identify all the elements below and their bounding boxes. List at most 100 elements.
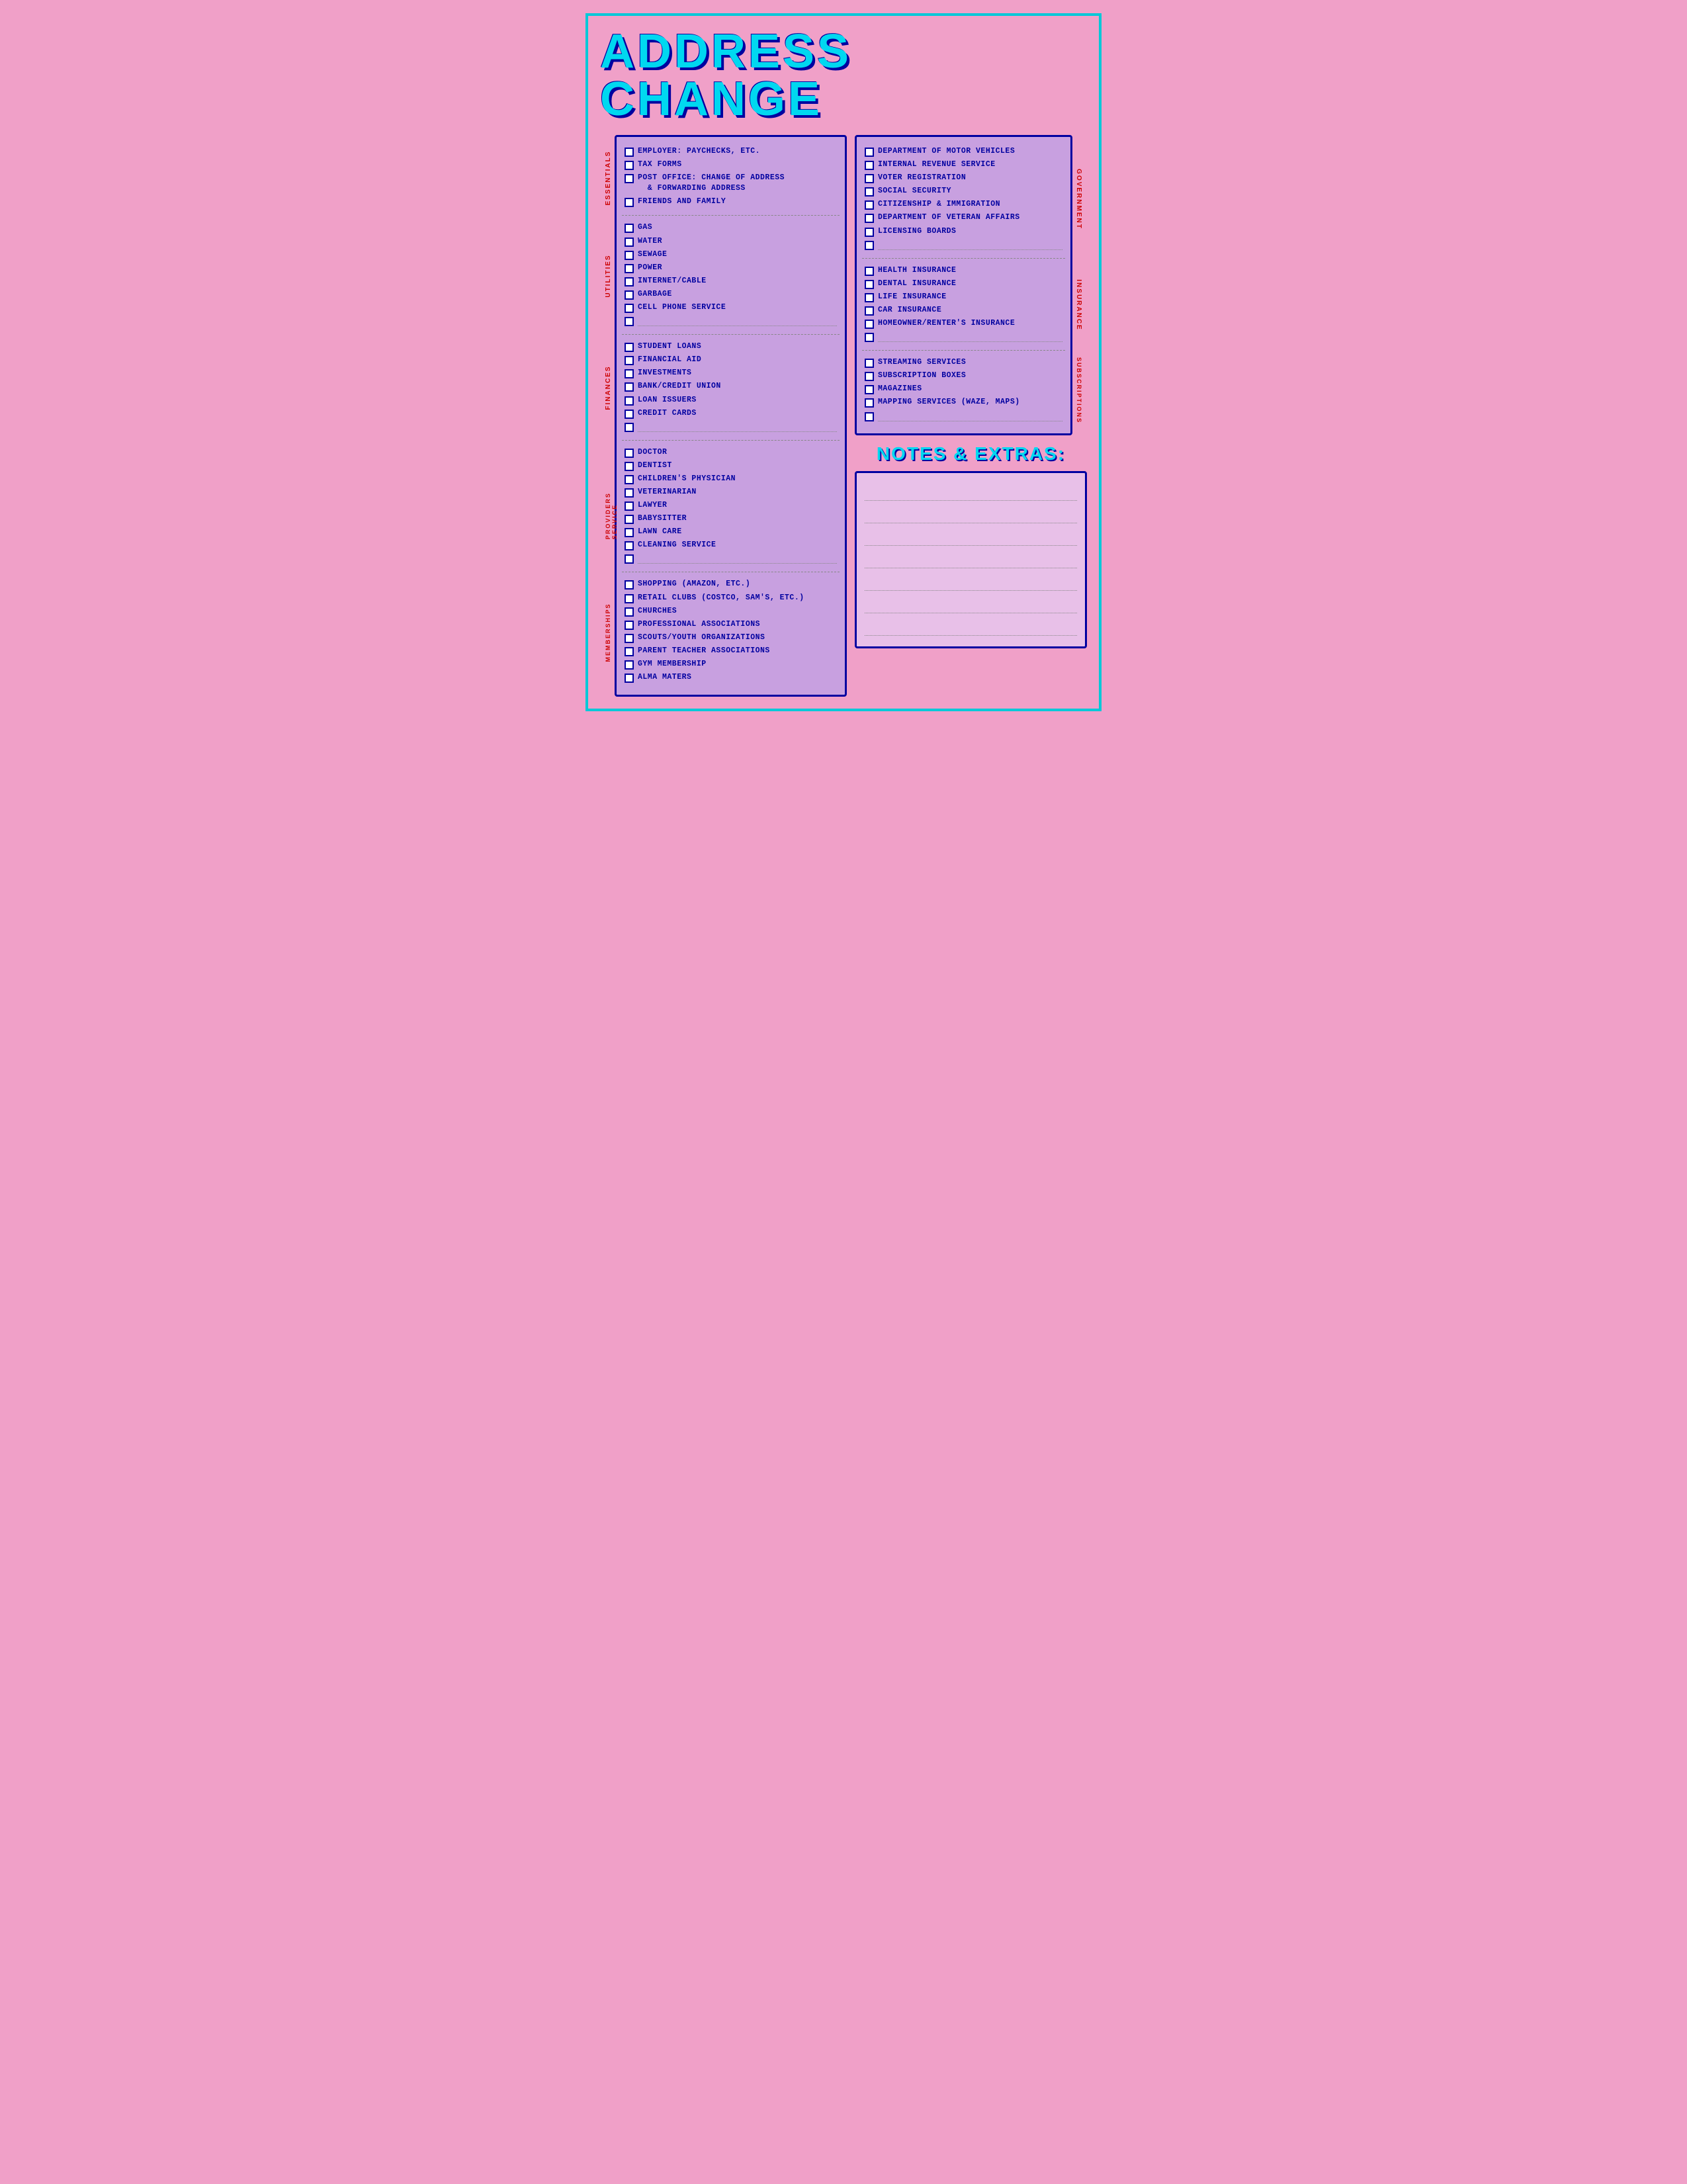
checkbox[interactable] <box>625 148 634 157</box>
checkbox[interactable] <box>865 293 874 302</box>
list-item: INTERNAL REVENUE SERVICE <box>865 159 1062 170</box>
list-item: SCOUTS/YOUTH ORGANIZATIONS <box>625 633 837 643</box>
notes-line-1[interactable] <box>865 481 1077 501</box>
checkbox[interactable] <box>865 333 874 342</box>
government-section: GOVERNMENT DEPARTMENT OF MOTOR VEHICLES … <box>862 141 1065 259</box>
notes-title: NOTES & EXTRAS: <box>855 443 1087 464</box>
checkbox[interactable] <box>625 607 634 617</box>
finances-section: FINANCES STUDENT LOANS FINANCIAL AID INV… <box>622 336 840 441</box>
notes-line-7[interactable] <box>865 616 1077 636</box>
checkbox[interactable] <box>625 515 634 524</box>
list-item: EMPLOYER: PAYCHECKS, ETC. <box>625 146 837 157</box>
list-item: PARENT TEACHER ASSOCIATIONS <box>625 646 837 656</box>
checkbox[interactable] <box>865 228 874 237</box>
notes-line-2[interactable] <box>865 503 1077 523</box>
checkbox[interactable] <box>865 385 874 394</box>
checkbox[interactable] <box>865 359 874 368</box>
checkbox[interactable] <box>625 528 634 537</box>
government-label: GOVERNMENT <box>1075 169 1082 230</box>
notes-line-6[interactable] <box>865 593 1077 613</box>
essentials-label: ESSENTIALS <box>605 151 612 206</box>
checkbox[interactable] <box>625 290 634 300</box>
checkbox[interactable] <box>865 372 874 381</box>
checkbox[interactable] <box>625 277 634 286</box>
list-item: STREAMING SERVICES <box>865 357 1062 368</box>
checkbox[interactable] <box>625 541 634 550</box>
left-panel: ESSENTIALS EMPLOYER: PAYCHECKS, ETC. TAX… <box>615 135 847 697</box>
checkbox[interactable] <box>625 554 634 564</box>
checkbox[interactable] <box>865 306 874 316</box>
checkbox[interactable] <box>865 174 874 183</box>
list-item: GYM MEMBERSHIP <box>625 659 837 670</box>
checkbox[interactable] <box>625 674 634 683</box>
checkbox[interactable] <box>625 264 634 273</box>
checkbox[interactable] <box>625 580 634 590</box>
checkbox[interactable] <box>865 200 874 210</box>
checkbox[interactable] <box>625 449 634 458</box>
checkbox[interactable] <box>865 280 874 289</box>
checkbox[interactable] <box>625 423 634 432</box>
checkbox[interactable] <box>865 161 874 170</box>
checkbox[interactable] <box>625 382 634 392</box>
page: ADDRESS CHANGE ESSENTIALS EMPLOYER: PAYC… <box>585 13 1102 711</box>
checkbox[interactable] <box>625 251 634 260</box>
list-item <box>625 553 837 564</box>
checkbox[interactable] <box>625 462 634 471</box>
checkbox[interactable] <box>625 238 634 247</box>
list-item: MAPPING SERVICES (WAZE, MAPS) <box>865 397 1062 408</box>
checkbox[interactable] <box>865 187 874 197</box>
checkbox[interactable] <box>865 267 874 276</box>
checkbox[interactable] <box>865 412 874 421</box>
checkbox[interactable] <box>625 660 634 670</box>
list-item: SHOPPING (AMAZON, ETC.) <box>625 579 837 590</box>
list-item: FRIENDS AND FAMILY <box>625 197 837 207</box>
list-item: ALMA MATERS <box>625 672 837 683</box>
checkbox[interactable] <box>625 343 634 352</box>
list-item: CREDIT CARDS <box>625 408 837 419</box>
checkbox[interactable] <box>625 369 634 378</box>
title-area: ADDRESS CHANGE <box>600 28 1087 123</box>
checkbox[interactable] <box>625 224 634 233</box>
checkbox[interactable] <box>625 198 634 207</box>
list-item: CAR INSURANCE <box>865 305 1062 316</box>
subscriptions-label: SUBSCRIPTIONS <box>1076 357 1082 423</box>
checkbox[interactable] <box>865 241 874 250</box>
service-providers-label: SERVICE PROVIDERS <box>605 474 618 539</box>
checkbox[interactable] <box>625 410 634 419</box>
list-item: DENTAL INSURANCE <box>865 279 1062 289</box>
list-item: POWER <box>625 263 837 273</box>
checkbox[interactable] <box>625 621 634 630</box>
right-checklist-wrapper: GOVERNMENT DEPARTMENT OF MOTOR VEHICLES … <box>855 135 1072 435</box>
list-item: INVESTMENTS <box>625 368 837 378</box>
checkbox[interactable] <box>625 647 634 656</box>
list-item: POST OFFICE: CHANGE OF ADDRESS & FORWARD… <box>625 173 837 194</box>
right-box: GOVERNMENT DEPARTMENT OF MOTOR VEHICLES … <box>855 135 1072 435</box>
checkbox[interactable] <box>625 475 634 484</box>
checkbox[interactable] <box>625 174 634 183</box>
insurance-label: INSURANCE <box>1075 279 1082 330</box>
notes-section: NOTES & EXTRAS: <box>855 443 1087 697</box>
checkbox[interactable] <box>865 320 874 329</box>
checkbox[interactable] <box>625 317 634 326</box>
checkbox[interactable] <box>625 634 634 643</box>
list-item: SOCIAL SECURITY <box>865 186 1062 197</box>
checkbox[interactable] <box>625 396 634 406</box>
checkbox[interactable] <box>865 148 874 157</box>
notes-line-3[interactable] <box>865 526 1077 546</box>
notes-line-5[interactable] <box>865 571 1077 591</box>
list-item: GAS <box>625 222 837 233</box>
notes-line-4[interactable] <box>865 548 1077 568</box>
right-panel: GOVERNMENT DEPARTMENT OF MOTOR VEHICLES … <box>855 135 1087 697</box>
list-item: TAX FORMS <box>625 159 837 170</box>
list-item <box>865 240 1062 250</box>
checkbox[interactable] <box>625 161 634 170</box>
checkbox[interactable] <box>625 488 634 498</box>
checkbox[interactable] <box>625 594 634 603</box>
checkbox[interactable] <box>625 304 634 313</box>
list-item: LICENSING BOARDS <box>865 226 1062 237</box>
checkbox[interactable] <box>865 214 874 223</box>
checkbox[interactable] <box>625 502 634 511</box>
checkbox[interactable] <box>865 398 874 408</box>
checkbox[interactable] <box>625 356 634 365</box>
notes-box[interactable] <box>855 471 1087 648</box>
